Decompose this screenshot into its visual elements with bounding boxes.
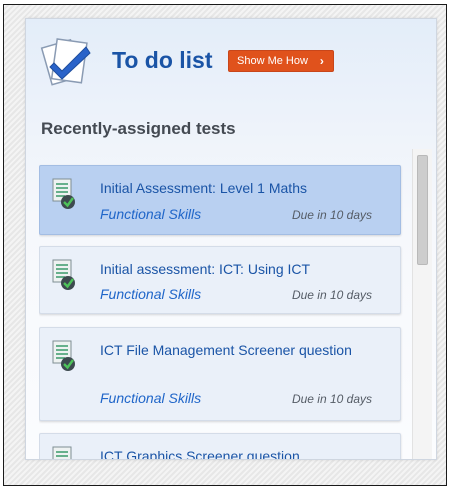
- test-item[interactable]: ICT Graphics Screener question: [39, 433, 401, 459]
- todo-panel: To do list Show Me How › Recently-assign…: [25, 18, 437, 460]
- todo-header: To do list Show Me How ›: [40, 33, 430, 93]
- test-category: Functional Skills: [100, 286, 202, 302]
- todo-checkmark-icon: [40, 38, 91, 86]
- list-scrollbar[interactable]: [412, 149, 432, 459]
- test-name[interactable]: ICT File Management Screener question: [100, 339, 375, 361]
- due-date: Due in 10 days: [291, 208, 372, 222]
- show-me-how-label: Show Me How: [237, 55, 308, 67]
- due-date: Due in 10 days: [291, 288, 372, 302]
- test-name[interactable]: Initial Assessment: Level 1 Maths: [100, 177, 375, 199]
- scrollbar-thumb[interactable]: [417, 155, 428, 265]
- test-list: Initial Assessment: Level 1 Maths Functi…: [39, 155, 403, 459]
- section-title: Recently-assigned tests: [41, 119, 236, 138]
- test-document-icon: [52, 446, 72, 459]
- test-document-icon: [52, 178, 75, 209]
- test-name[interactable]: Initial assessment: ICT: Using ICT: [100, 258, 375, 280]
- test-name[interactable]: ICT Graphics Screener question: [100, 445, 375, 459]
- test-category: Functional Skills: [100, 390, 202, 406]
- test-item[interactable]: ICT File Management Screener question Fu…: [39, 327, 401, 421]
- test-category: Functional Skills: [100, 206, 202, 222]
- page-title: To do list: [112, 47, 213, 73]
- test-document-icon: [52, 340, 75, 371]
- chevron-right-icon: ›: [319, 54, 324, 68]
- due-date: Due in 10 days: [291, 392, 372, 406]
- test-document-icon: [52, 259, 75, 290]
- test-item[interactable]: Initial Assessment: Level 1 Maths Functi…: [39, 165, 401, 235]
- test-item[interactable]: Initial assessment: ICT: Using ICT Funct…: [39, 246, 401, 314]
- show-me-how-button[interactable]: Show Me How ›: [228, 50, 334, 72]
